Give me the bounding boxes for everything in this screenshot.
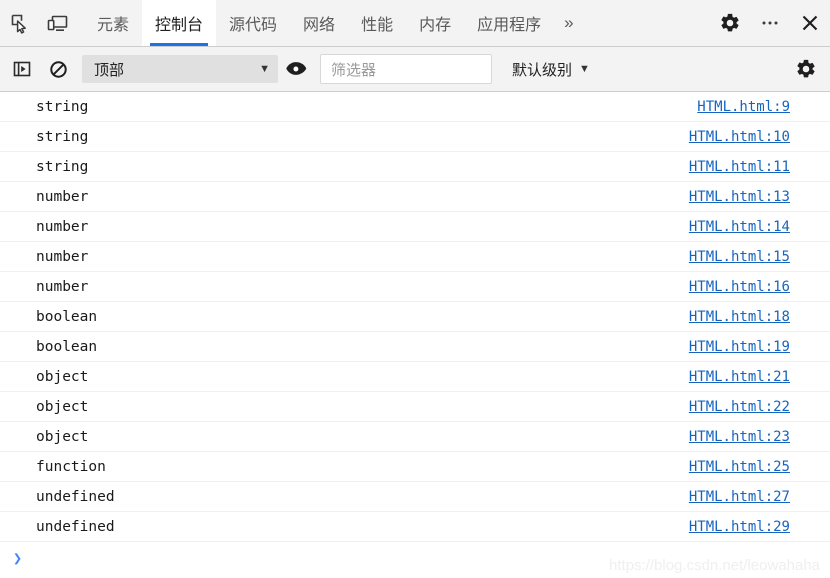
tabbar-actions [710, 0, 830, 46]
tabbar-separator [76, 0, 84, 46]
console-message-row[interactable]: string HTML.html:11 [0, 152, 830, 182]
tab-elements[interactable]: 元素 [84, 0, 142, 46]
execution-context-value: 顶部 [94, 61, 125, 79]
more-tabs-chevron-icon[interactable]: » [554, 0, 583, 46]
console-message-row[interactable]: number HTML.html:16 [0, 272, 830, 302]
prompt-caret-icon: ❯ [13, 548, 23, 567]
console-message-source-link[interactable]: HTML.html:18 [689, 309, 790, 325]
console-message-text: string [36, 98, 89, 115]
console-message-source-link[interactable]: HTML.html:9 [697, 99, 790, 115]
console-message-row[interactable]: number HTML.html:13 [0, 182, 830, 212]
console-prompt-row[interactable]: ❯ [0, 542, 830, 574]
tab-label: 性能 [361, 17, 394, 34]
console-message-text: boolean [36, 338, 98, 355]
console-filter-placeholder: 筛选器 [331, 61, 377, 79]
execution-context-select[interactable]: 顶部 ▼ [82, 55, 278, 83]
close-icon[interactable] [790, 0, 830, 46]
console-message-row[interactable]: undefined HTML.html:29 [0, 512, 830, 542]
console-message-text: number [36, 218, 89, 235]
console-message-row[interactable]: boolean HTML.html:18 [0, 302, 830, 332]
tab-network[interactable]: 网络 [290, 0, 348, 46]
tab-label: 源代码 [229, 17, 278, 34]
console-message-row[interactable]: object HTML.html:22 [0, 392, 830, 422]
console-message-row[interactable]: object HTML.html:21 [0, 362, 830, 392]
tab-label: 内存 [419, 17, 452, 34]
tab-label: 元素 [97, 17, 130, 34]
tab-label: 应用程序 [477, 17, 542, 34]
console-message-list: string HTML.html:9 string HTML.html:10 strin… [0, 92, 830, 542]
console-message-source-link[interactable]: HTML.html:27 [689, 489, 790, 505]
console-message-source-link[interactable]: HTML.html:25 [689, 459, 790, 475]
console-message-text: number [36, 278, 89, 295]
console-message-row[interactable]: object HTML.html:23 [0, 422, 830, 452]
console-message-source-link[interactable]: HTML.html:22 [689, 399, 790, 415]
chevron-down-icon: ▼ [259, 63, 270, 75]
tab-label: 控制台 [155, 17, 204, 34]
tab-sources[interactable]: 源代码 [216, 0, 290, 46]
clear-console-icon[interactable] [40, 51, 76, 87]
console-message-source-link[interactable]: HTML.html:13 [689, 189, 790, 205]
live-expression-eye-icon[interactable] [278, 51, 314, 87]
console-sidebar-icon[interactable] [4, 51, 40, 87]
tab-performance[interactable]: 性能 [348, 0, 406, 46]
log-level-select[interactable]: 默认级别 ▼ [506, 55, 596, 83]
console-message-source-link[interactable]: HTML.html:10 [689, 129, 790, 145]
log-level-value: 默认级别 [512, 61, 573, 79]
inspect-cursor-icon[interactable] [0, 0, 38, 46]
console-message-row[interactable]: string HTML.html:9 [0, 92, 830, 122]
tab-application[interactable]: 应用程序 [464, 0, 554, 46]
tab-label: 网络 [303, 17, 336, 34]
console-message-text: boolean [36, 308, 98, 325]
console-message-row[interactable]: string HTML.html:10 [0, 122, 830, 152]
console-log-area[interactable]: string HTML.html:9 string HTML.html:10 strin… [0, 92, 830, 578]
console-message-source-link[interactable]: HTML.html:29 [689, 519, 790, 535]
console-message-text: object [36, 398, 89, 415]
tab-console[interactable]: 控制台 [142, 0, 217, 46]
console-message-text: object [36, 368, 89, 385]
console-message-source-link[interactable]: HTML.html:21 [689, 369, 790, 385]
device-toolbar-icon[interactable] [38, 0, 76, 46]
console-message-source-link[interactable]: HTML.html:16 [689, 279, 790, 295]
console-message-row[interactable]: undefined HTML.html:27 [0, 482, 830, 512]
chevron-down-icon: ▼ [579, 63, 590, 75]
console-message-text: undefined [36, 488, 115, 505]
console-message-source-link[interactable]: HTML.html:14 [689, 219, 790, 235]
console-message-source-link[interactable]: HTML.html:23 [689, 429, 790, 445]
console-toolbar: 顶部 ▼ 筛选器 默认级别 ▼ [0, 47, 830, 92]
console-message-row[interactable]: number HTML.html:14 [0, 212, 830, 242]
console-message-source-link[interactable]: HTML.html:11 [689, 159, 790, 175]
console-message-text: string [36, 158, 89, 175]
tab-memory[interactable]: 内存 [406, 0, 464, 46]
console-prompt-input[interactable] [22, 542, 830, 574]
more-tabs-label: » [564, 13, 574, 32]
console-message-row[interactable]: function HTML.html:25 [0, 452, 830, 482]
console-message-text: number [36, 248, 89, 265]
console-message-source-link[interactable]: HTML.html:19 [689, 339, 790, 355]
console-filter-input[interactable]: 筛选器 [320, 54, 492, 84]
console-settings-gear-icon[interactable] [788, 51, 824, 87]
console-message-text: undefined [36, 518, 115, 535]
gear-icon[interactable] [710, 0, 750, 46]
console-message-text: number [36, 188, 89, 205]
console-message-source-link[interactable]: HTML.html:15 [689, 249, 790, 265]
console-message-row[interactable]: number HTML.html:15 [0, 242, 830, 272]
console-message-text: string [36, 128, 89, 145]
devtools-window: 元素 控制台 源代码 网络 性能 内存 应用程序 » 顶部 ▼ 筛选器 默认级别… [0, 0, 830, 578]
more-options-icon[interactable] [750, 0, 790, 46]
console-message-text: object [36, 428, 89, 445]
tabbar-spacer [584, 0, 710, 46]
devtools-tabbar: 元素 控制台 源代码 网络 性能 内存 应用程序 » [0, 0, 830, 47]
console-message-row[interactable]: boolean HTML.html:19 [0, 332, 830, 362]
console-message-text: function [36, 458, 106, 475]
